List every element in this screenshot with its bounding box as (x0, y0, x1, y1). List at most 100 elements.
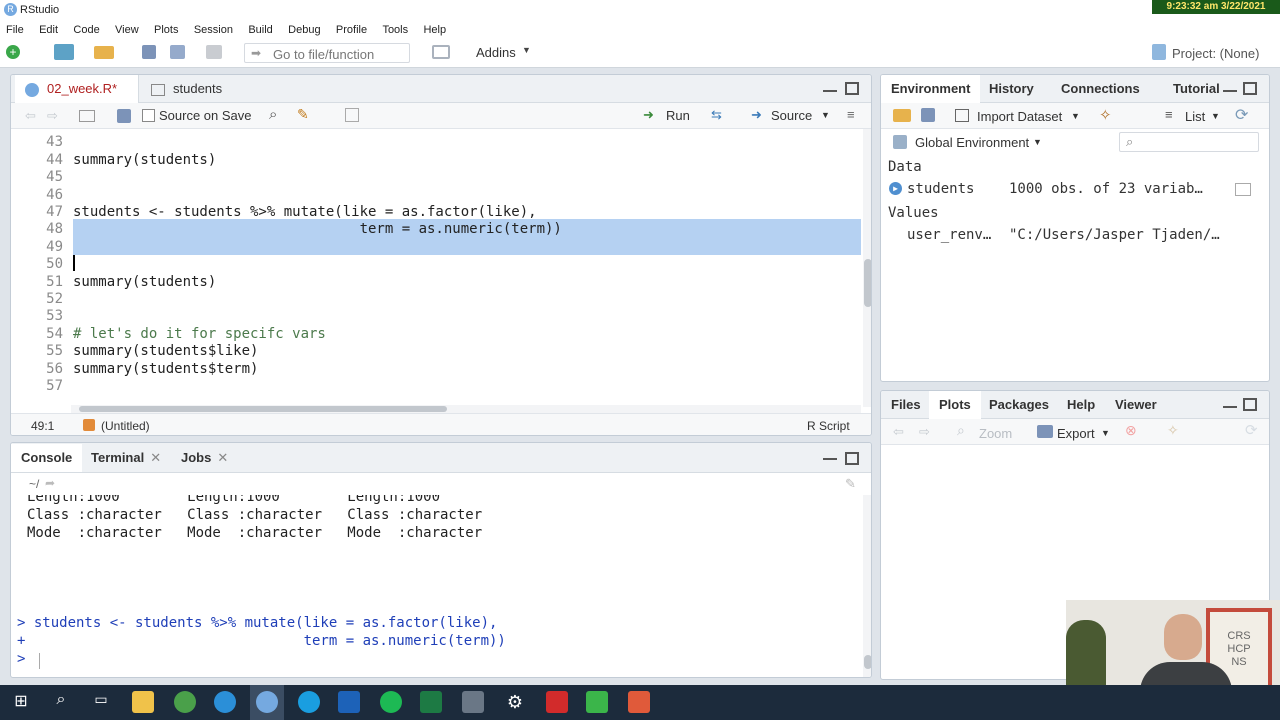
scrollbar-thumb[interactable] (864, 259, 871, 307)
save-icon[interactable] (142, 45, 156, 59)
refresh-plots-icon[interactable]: ⟳ (1245, 421, 1258, 439)
scope-chevron-icon[interactable]: ▼ (1033, 137, 1042, 147)
recorder-icon[interactable] (628, 691, 650, 713)
chrome-icon[interactable] (174, 691, 196, 713)
editor-horizontal-scrollbar[interactable] (71, 405, 861, 413)
editor-save-icon[interactable] (117, 109, 131, 123)
tab-packages[interactable]: Packages (979, 391, 1059, 419)
next-plot-icon[interactable]: ⇨ (919, 424, 930, 440)
tab-02-week[interactable]: 02_week.R* ✕ (15, 75, 139, 124)
menu-plots[interactable]: Plots (154, 24, 178, 36)
prev-plot-icon[interactable]: ⇦ (893, 424, 904, 440)
open-folder-icon[interactable] (94, 46, 114, 59)
clear-plots-icon[interactable]: ✧ (1167, 422, 1179, 439)
tab-environment[interactable]: Environment (881, 75, 981, 103)
project-menu[interactable]: Project: (None) (1172, 46, 1259, 61)
menu-code[interactable]: Code (73, 24, 99, 36)
tab-tutorial[interactable]: Tutorial (1163, 75, 1230, 103)
view-chevron-icon[interactable]: ▼ (1211, 111, 1220, 121)
editor-vertical-scrollbar[interactable] (863, 129, 871, 407)
export-chevron-icon[interactable]: ▼ (1101, 428, 1110, 438)
source-chevron-icon[interactable]: ▼ (821, 110, 830, 120)
print-icon[interactable] (206, 45, 222, 59)
env-scope-select[interactable]: Global Environment (915, 135, 1029, 150)
path-arrow-icon[interactable]: ➦ (45, 476, 55, 490)
env-search-input[interactable]: ⌕ (1119, 132, 1259, 152)
calculator-icon[interactable] (462, 691, 484, 713)
skype-icon[interactable] (298, 691, 320, 713)
maximize-icon[interactable] (845, 452, 859, 465)
excel-icon[interactable] (420, 691, 442, 713)
expand-icon[interactable]: ▶ (889, 182, 902, 195)
edge-icon[interactable] (214, 691, 236, 713)
tab-help[interactable]: Help (1057, 391, 1105, 419)
load-workspace-icon[interactable] (893, 109, 911, 122)
code-editor[interactable]: 424344 summary(students) 454647 students <-… (11, 129, 861, 407)
outline-icon[interactable]: ≡ (847, 107, 855, 122)
tab-history[interactable]: History (979, 75, 1044, 103)
tab-students[interactable]: students ✕ (141, 75, 249, 124)
menu-view[interactable]: View (115, 24, 139, 36)
magic-wand-icon[interactable]: ✎ (297, 106, 309, 123)
run-button[interactable]: Run (666, 108, 690, 123)
maximize-icon[interactable] (845, 82, 859, 95)
tab-jobs[interactable]: Jobs ✕ (171, 444, 238, 472)
tab-terminal[interactable]: Terminal ✕ (81, 444, 171, 472)
view-mode-select[interactable]: List (1185, 109, 1205, 124)
menu-edit[interactable]: Edit (39, 24, 58, 36)
settings-icon[interactable]: ⚙ (504, 691, 526, 713)
import-chevron-icon[interactable]: ▼ (1071, 111, 1080, 121)
minimize-icon[interactable] (1223, 405, 1237, 408)
save-workspace-icon[interactable] (921, 108, 935, 122)
minimize-icon[interactable] (1223, 89, 1237, 92)
addins-menu[interactable]: Addins (476, 45, 516, 60)
env-data-row[interactable]: ▶ students 1000 obs. of 23 variab… (881, 179, 1269, 201)
menu-debug[interactable]: Debug (288, 24, 320, 36)
menu-profile[interactable]: Profile (336, 24, 367, 36)
console-output[interactable]: Length:1000 Length:1000 Length:1000 Clas… (11, 495, 861, 677)
menu-session[interactable]: Session (194, 24, 233, 36)
close-icon[interactable]: ✕ (217, 450, 228, 465)
source-on-save-checkbox[interactable] (142, 109, 155, 122)
tab-connections[interactable]: Connections (1051, 75, 1150, 103)
file-explorer-icon[interactable] (132, 691, 154, 713)
env-value-row[interactable]: user_renv… "C:/Users/Jasper Tjaden/… (881, 225, 1269, 247)
new-file-icon[interactable]: + (6, 45, 20, 59)
minimize-icon[interactable] (823, 89, 837, 92)
remove-plot-icon[interactable]: ⊗ (1125, 422, 1137, 439)
tab-files[interactable]: Files (881, 391, 931, 419)
save-all-icon[interactable] (170, 45, 185, 59)
grid-layout-icon[interactable] (432, 45, 450, 59)
acrobat-icon[interactable] (546, 691, 568, 713)
broom-icon[interactable]: ✧ (1099, 106, 1112, 124)
show-in-window-icon[interactable] (79, 110, 95, 122)
import-dataset-button[interactable]: Import Dataset (977, 109, 1062, 124)
new-project-icon[interactable] (54, 44, 74, 60)
rstudio-app-icon[interactable] (256, 691, 278, 713)
back-arrow-icon[interactable]: ⇦ (25, 108, 36, 124)
menu-build[interactable]: Build (248, 24, 272, 36)
refresh-icon[interactable]: ⟳ (1235, 105, 1248, 125)
console-scrollbar[interactable] (863, 495, 871, 677)
scrollbar-thumb[interactable] (864, 655, 871, 669)
maximize-icon[interactable] (1243, 82, 1257, 95)
tab-console[interactable]: Console (11, 444, 83, 472)
minimize-icon[interactable] (823, 457, 837, 460)
scope-label[interactable]: (Untitled) (101, 419, 150, 433)
zoom-button[interactable]: Zoom (979, 426, 1012, 441)
search-icon[interactable]: ⌕ (50, 691, 72, 713)
menu-tools[interactable]: Tools (382, 24, 408, 36)
export-button[interactable]: Export (1057, 426, 1095, 441)
clear-console-icon[interactable]: ✎ (845, 476, 856, 492)
rerun-icon[interactable]: ⇆ (711, 107, 722, 123)
compile-report-icon[interactable] (345, 108, 359, 122)
outlook-icon[interactable] (338, 691, 360, 713)
maximize-icon[interactable] (1243, 398, 1257, 411)
spotify-icon[interactable] (380, 691, 402, 713)
tab-plots[interactable]: Plots (929, 391, 981, 419)
menu-help[interactable]: Help (423, 24, 446, 36)
source-button[interactable]: Source (771, 108, 812, 123)
search-icon[interactable]: ⌕ (269, 106, 277, 123)
forward-arrow-icon[interactable]: ⇨ (47, 108, 58, 124)
hscroll-thumb[interactable] (79, 406, 447, 412)
